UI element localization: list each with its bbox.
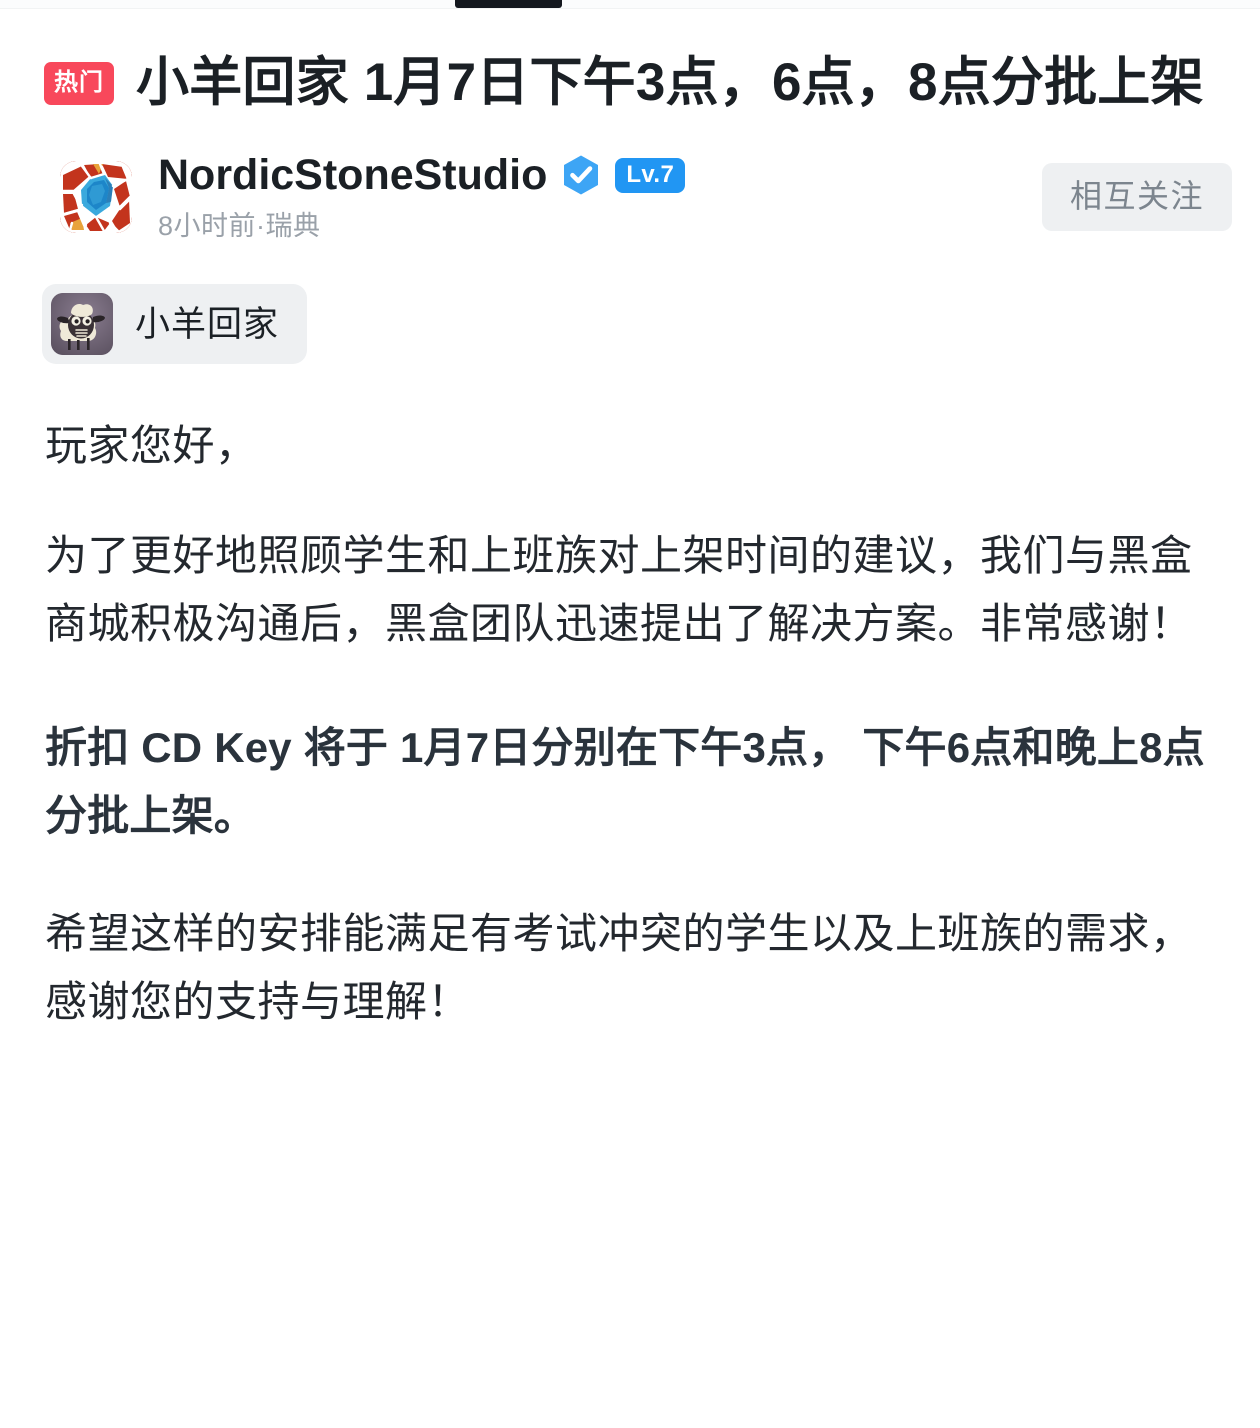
game-tag-label: 小羊回家 — [135, 304, 280, 344]
post-paragraph: 玩家您好， — [45, 422, 258, 470]
author-meta: NordicStoneStudio Lv.7 8小时前·瑞典 — [158, 151, 1026, 243]
post-paragraph: 为了更好地照顾学生和上班族对上架时间的建议，我们与黑盒商城积极沟通后，黑盒团队迅… — [45, 532, 1193, 648]
avatar[interactable] — [60, 160, 132, 233]
page-title: 热门 小羊回家 1月7日下午3点，6点，8点分批上架 — [44, 43, 1220, 124]
post-paragraph: 希望这样的安排能满足有考试冲突的学生以及上班族的需求，感谢您的支持与理解！ — [45, 910, 1193, 1026]
author-name[interactable]: NordicStoneStudio — [158, 151, 547, 199]
sheep-game-icon — [51, 293, 113, 356]
author-name-line: NordicStoneStudio Lv.7 — [158, 151, 1026, 199]
follow-button[interactable]: 相互关注 — [1041, 162, 1232, 231]
title-block: 热门 小羊回家 1月7日下午3点，6点，8点分批上架 — [0, 9, 1260, 124]
game-tag-chip[interactable]: 小羊回家 — [42, 284, 308, 365]
post-paragraph-highlight: 折扣 CD Key 将于 1月7日分别在下午3点， 下午6点和晚上8点分批上架。 — [45, 724, 1205, 840]
post-body: 玩家您好， 为了更好地照顾学生和上班族对上架时间的建议，我们与黑盒商城积极沟通后… — [0, 412, 1260, 1036]
level-badge: Lv.7 — [615, 157, 686, 193]
author-row: NordicStoneStudio Lv.7 8小时前·瑞典 相互关注 — [0, 124, 1260, 243]
top-status-strip — [0, 0, 1260, 9]
verified-check-icon — [560, 154, 602, 196]
top-drag-indicator[interactable] — [455, 0, 562, 8]
author-meta-text: 8小时前·瑞典 — [158, 210, 321, 241]
hot-badge: 热门 — [44, 62, 114, 105]
post-title-text: 小羊回家 1月7日下午3点，6点，8点分批上架 — [136, 53, 1204, 112]
post-container: 热门 小羊回家 1月7日下午3点，6点，8点分批上架 NordicStoneSt… — [0, 9, 1260, 1036]
